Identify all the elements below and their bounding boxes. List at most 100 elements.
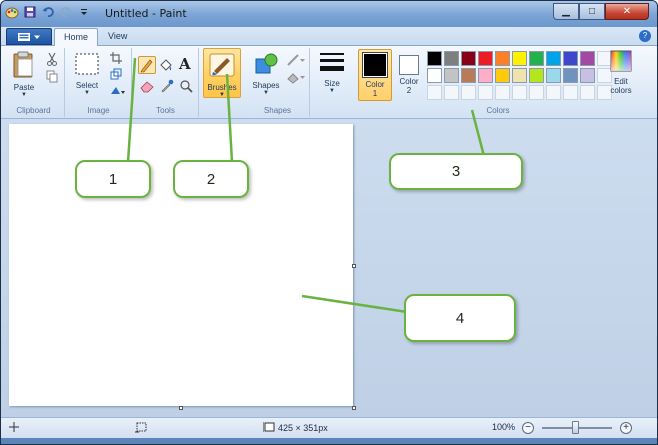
resize-icon[interactable] [110,68,122,82]
window-bottom-border [1,438,657,444]
paint-menu-button[interactable] [6,28,52,45]
size-button[interactable]: Size ▼ [317,49,347,94]
resize-handle-bottom[interactable] [179,406,183,410]
text-tool-icon[interactable]: A [179,55,191,73]
paste-dropdown-icon: ▼ [21,92,27,98]
palette-swatch[interactable] [512,51,527,66]
ribbon-tab-bar: Home View ? [1,27,657,46]
window-controls: ▁ □ ✕ [553,3,649,20]
quick-access-toolbar [5,5,91,19]
outline-icon[interactable] [286,53,306,69]
palette-swatch-empty[interactable] [546,85,561,100]
palette-swatch[interactable] [444,68,459,83]
select-button[interactable]: Select ▼ [72,51,102,96]
palette-swatch-empty[interactable] [580,85,595,100]
color1-button[interactable]: Color 1 [358,49,392,101]
resize-handle-corner[interactable] [352,406,356,410]
shapes-group-label: Shapes [263,106,292,115]
brushes-button[interactable]: Brushes ▼ [203,48,241,98]
close-button[interactable]: ✕ [605,3,649,20]
palette-swatch-empty[interactable] [427,85,442,100]
minimize-button[interactable]: ▁ [553,3,579,20]
palette-swatch[interactable] [495,51,510,66]
fill-bucket-icon[interactable] [158,57,174,75]
color2-label-line2: 2 [406,86,412,95]
palette-swatch[interactable] [512,68,527,83]
undo-icon[interactable] [41,5,55,19]
palette-swatch[interactable] [461,68,476,83]
palette-swatch-empty[interactable] [478,85,493,100]
crop-icon[interactable] [110,52,122,66]
colors-group-label: Colors [486,106,510,115]
pencil-icon[interactable] [138,56,156,74]
palette-swatch[interactable] [478,51,493,66]
shapes-button[interactable]: Shapes ▼ [249,51,283,96]
customize-toolbar-icon[interactable] [77,5,91,19]
brush-icon [209,53,235,77]
palette-swatch[interactable] [563,68,578,83]
palette-swatch[interactable] [444,51,459,66]
maximize-button[interactable]: □ [579,3,605,20]
zoom-in-button[interactable]: + [620,422,632,434]
color-picker-icon[interactable] [160,79,174,95]
image-group-label: Image [87,106,110,115]
color2-label-line1: Color [399,77,419,86]
paint-menu-icon [18,32,40,41]
palette-swatch-empty[interactable] [529,85,544,100]
ribbon-home: Paste ▼ Clipboard Select ▼ Image A Tools… [1,46,657,119]
palette-swatch[interactable] [427,51,442,66]
callout-3: 3 [389,153,523,190]
tab-home[interactable]: Home [54,28,99,46]
paste-label: Paste [13,83,35,92]
copy-icon[interactable] [46,70,58,85]
canvas-size-text: 425 × 351px [278,422,328,433]
palette-swatch[interactable] [563,51,578,66]
paint-app-icon[interactable] [5,5,19,19]
clipboard-group: Paste ▼ Clipboard [3,48,65,117]
palette-swatch-empty[interactable] [512,85,527,100]
shapes-group: Shapes ▼ Shapes [246,48,310,117]
palette-swatch-empty[interactable] [495,85,510,100]
palette-swatch-empty[interactable] [444,85,459,100]
save-icon[interactable] [23,5,37,19]
resize-handle-right[interactable] [352,264,356,268]
redo-icon[interactable] [59,5,73,19]
palette-swatch[interactable] [495,68,510,83]
shapes-dropdown-icon: ▼ [263,90,269,96]
palette-swatch-empty[interactable] [563,85,578,100]
cut-icon[interactable] [46,52,58,68]
palette-swatch[interactable] [546,51,561,66]
paint-window: Untitled - Paint ▁ □ ✕ Home View ? Paste… [0,0,658,445]
size-label: Size [324,79,340,88]
brushes-dropdown-icon: ▼ [219,92,225,98]
paste-button[interactable]: Paste ▼ [9,51,39,98]
palette-swatch[interactable] [580,68,595,83]
clipboard-group-label: Clipboard [16,106,51,115]
magnifier-icon[interactable] [179,79,193,95]
edit-colors-button[interactable]: Edit colors [606,49,636,95]
select-dropdown-icon: ▼ [84,90,90,96]
palette-swatch-empty[interactable] [461,85,476,100]
rotate-icon[interactable] [110,84,126,98]
zoom-level: 100% [492,422,516,432]
tools-group: A Tools [133,48,199,117]
palette-swatch[interactable] [580,51,595,66]
palette-swatch[interactable] [529,51,544,66]
palette-swatch[interactable] [461,51,476,66]
palette-swatch[interactable] [529,68,544,83]
help-icon[interactable]: ? [639,30,651,42]
tab-view[interactable]: View [99,28,136,46]
palette-swatch[interactable] [427,68,442,83]
selection-size-icon [135,422,147,433]
color2-button[interactable]: Color 2 [395,49,423,95]
size-dropdown-icon: ▼ [329,88,335,94]
zoom-out-button[interactable]: − [522,422,534,434]
palette-swatch[interactable] [546,68,561,83]
select-label: Select [75,81,99,90]
palette-swatch[interactable] [478,68,493,83]
rainbow-palette-icon [610,50,632,72]
zoom-slider-thumb[interactable] [572,421,579,434]
eraser-icon[interactable] [139,79,155,95]
image-group: Select ▼ Image [66,48,132,117]
fill-icon[interactable] [286,70,306,86]
